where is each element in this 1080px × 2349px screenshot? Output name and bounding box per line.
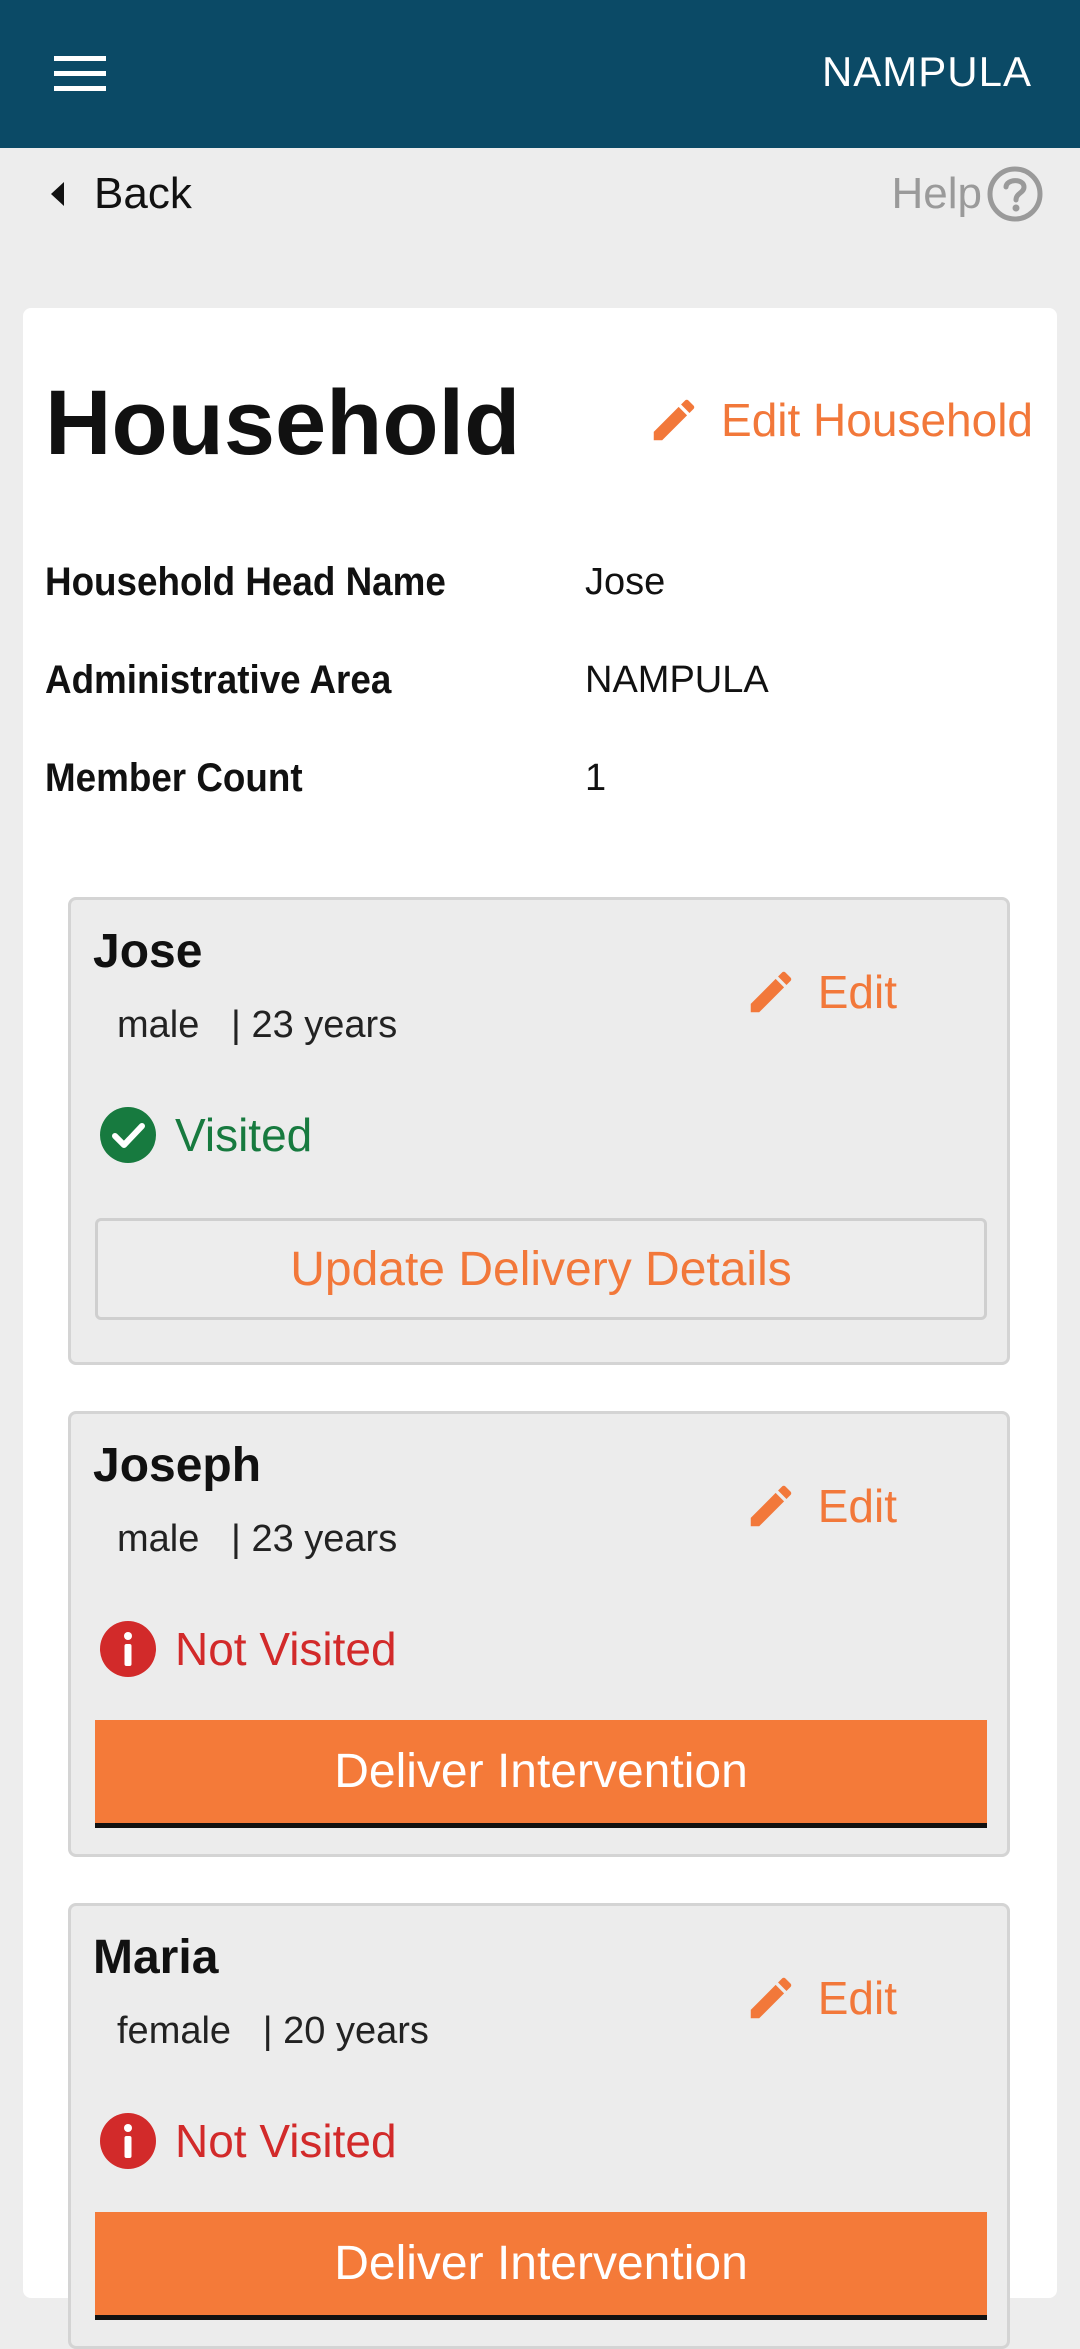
question-circle-icon (986, 165, 1044, 223)
info-row-head-name: Household Head Name Jose (45, 552, 1035, 612)
member-meta: female | 20 years (117, 2010, 429, 2052)
member-meta: male | 23 years (117, 1004, 398, 1046)
hamburger-menu-icon[interactable] (40, 44, 120, 104)
household-card: Household Edit Household Household Head … (23, 308, 1057, 2349)
info-value: Jose (585, 560, 666, 603)
info-label: Household Head Name (45, 559, 446, 604)
back-label: Back (94, 169, 192, 218)
edit-member-button[interactable]: Edit (744, 1966, 897, 2030)
member-card: Joseph male | 23 years Edit Not Visited … (68, 1411, 1010, 1857)
check-circle-icon (99, 1106, 157, 1164)
deliver-intervention-button[interactable]: Deliver Intervention (95, 2212, 987, 2320)
edit-member-label: Edit (817, 966, 897, 1018)
member-name: Jose (93, 925, 203, 978)
help-label: Help (891, 169, 983, 218)
info-value: NAMPULA (585, 658, 769, 701)
status-badge: Visited (99, 1105, 312, 1165)
status-label: Visited (175, 1109, 313, 1161)
edit-member-label: Edit (817, 1972, 897, 2024)
status-badge: Not Visited (99, 1619, 397, 1679)
member-meta: male | 23 years (117, 1518, 398, 1560)
info-label: Administrative Area (45, 657, 392, 702)
edit-household-label: Edit Household (721, 394, 1033, 446)
member-card: Maria female | 20 years Edit Not Visited… (68, 1903, 1010, 2349)
status-badge: Not Visited (99, 2111, 397, 2171)
deliver-intervention-button[interactable]: Deliver Intervention (95, 1720, 987, 1828)
region-title: NAMPULA (821, 48, 1032, 95)
edit-member-button[interactable]: Edit (744, 1474, 897, 1538)
pencil-icon (744, 965, 798, 1019)
info-row-admin-area: Administrative Area NAMPULA (45, 650, 1035, 710)
pencil-icon (744, 1479, 798, 1533)
edit-member-label: Edit (817, 1480, 897, 1532)
edit-member-button[interactable]: Edit (744, 960, 897, 1024)
nav-row: Back Help (0, 148, 1080, 248)
alert-circle-icon (99, 2112, 157, 2170)
back-button[interactable]: Back (50, 162, 192, 226)
info-value: 1 (585, 756, 607, 799)
page-title: Household (45, 372, 521, 474)
alert-circle-icon (99, 1620, 157, 1678)
member-name: Joseph (93, 1439, 262, 1492)
pencil-icon (744, 1971, 798, 2025)
info-row-member-count: Member Count 1 (45, 748, 1035, 808)
info-label: Member Count (45, 755, 303, 800)
member-card: Jose male | 23 years Edit Visited Update… (68, 897, 1010, 1365)
pencil-icon (647, 393, 701, 447)
app-header: NAMPULA (0, 0, 1080, 148)
status-label: Not Visited (175, 2115, 397, 2167)
edit-household-button[interactable]: Edit Household (647, 388, 1033, 452)
update-delivery-details-button[interactable]: Update Delivery Details (95, 1218, 987, 1320)
status-label: Not Visited (175, 1623, 397, 1675)
caret-left-icon (50, 181, 66, 207)
member-name: Maria (93, 1931, 219, 1984)
help-button[interactable]: Help (892, 162, 1045, 226)
